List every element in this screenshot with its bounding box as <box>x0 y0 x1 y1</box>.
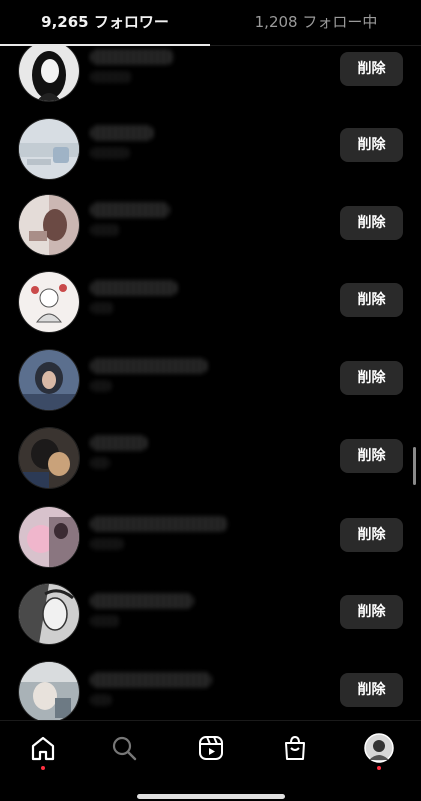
username-redacted <box>90 672 212 688</box>
remove-button[interactable]: 削除 <box>340 283 403 317</box>
remove-button[interactable]: 削除 <box>340 128 403 162</box>
remove-button[interactable]: 削除 <box>340 206 403 240</box>
avatar[interactable] <box>18 506 80 568</box>
shop-icon[interactable] <box>280 733 310 763</box>
avatar[interactable] <box>18 118 80 180</box>
follower-row[interactable]: 削除 <box>0 343 421 421</box>
display-name-redacted <box>90 302 114 314</box>
follower-list: 削除 削除 削除 削除 削除 削除 削除 削除 削除 <box>0 46 421 720</box>
notification-dot <box>41 766 45 770</box>
avatar[interactable] <box>18 661 80 720</box>
remove-button[interactable]: 削除 <box>340 439 403 473</box>
remove-button[interactable]: 削除 <box>340 595 403 629</box>
remove-button[interactable]: 削除 <box>340 52 403 86</box>
profile-avatar[interactable] <box>364 733 394 763</box>
follower-row[interactable]: 削除 <box>0 577 421 655</box>
remove-button[interactable]: 削除 <box>340 361 403 395</box>
tab-following[interactable]: 1,208 フォロー中 <box>211 0 421 45</box>
remove-button[interactable]: 削除 <box>340 518 403 552</box>
avatar[interactable] <box>18 349 80 411</box>
tab-followers[interactable]: 9,265 フォロワー <box>0 0 210 45</box>
display-name-redacted <box>90 224 120 236</box>
remove-button[interactable]: 削除 <box>340 673 403 707</box>
display-name-redacted <box>90 147 130 159</box>
username-redacted <box>90 435 148 451</box>
reels-icon[interactable] <box>196 733 226 763</box>
follower-row[interactable]: 削除 <box>0 421 421 499</box>
username-redacted <box>90 280 178 296</box>
follower-row[interactable]: 削除 <box>0 46 421 109</box>
home-icon[interactable] <box>28 733 58 763</box>
username-redacted <box>90 593 194 609</box>
username-redacted <box>90 358 208 374</box>
follower-row[interactable]: 削除 <box>0 109 421 187</box>
follower-row[interactable]: 削除 <box>0 265 421 343</box>
bottom-navbar <box>0 720 421 801</box>
avatar[interactable] <box>18 427 80 489</box>
avatar[interactable] <box>18 46 80 102</box>
home-indicator <box>137 794 285 799</box>
follower-row[interactable]: 削除 <box>0 499 421 577</box>
display-name-redacted <box>90 694 112 706</box>
username-redacted <box>90 125 154 141</box>
follower-row[interactable]: 削除 <box>0 655 421 720</box>
username-redacted <box>90 202 170 218</box>
display-name-redacted <box>90 71 132 83</box>
username-redacted <box>90 516 228 532</box>
follow-tabs: 9,265 フォロワー 1,208 フォロー中 <box>0 0 421 46</box>
avatar[interactable] <box>18 271 80 333</box>
scrollbar[interactable] <box>413 447 416 485</box>
profile-notification-dot <box>377 766 381 770</box>
search-icon[interactable] <box>109 733 139 763</box>
display-name-redacted <box>90 457 110 469</box>
avatar[interactable] <box>18 583 80 645</box>
display-name-redacted <box>90 615 120 627</box>
display-name-redacted <box>90 538 124 550</box>
display-name-redacted <box>90 380 112 392</box>
avatar[interactable] <box>18 194 80 256</box>
username-redacted <box>90 49 174 65</box>
follower-row[interactable]: 削除 <box>0 187 421 265</box>
